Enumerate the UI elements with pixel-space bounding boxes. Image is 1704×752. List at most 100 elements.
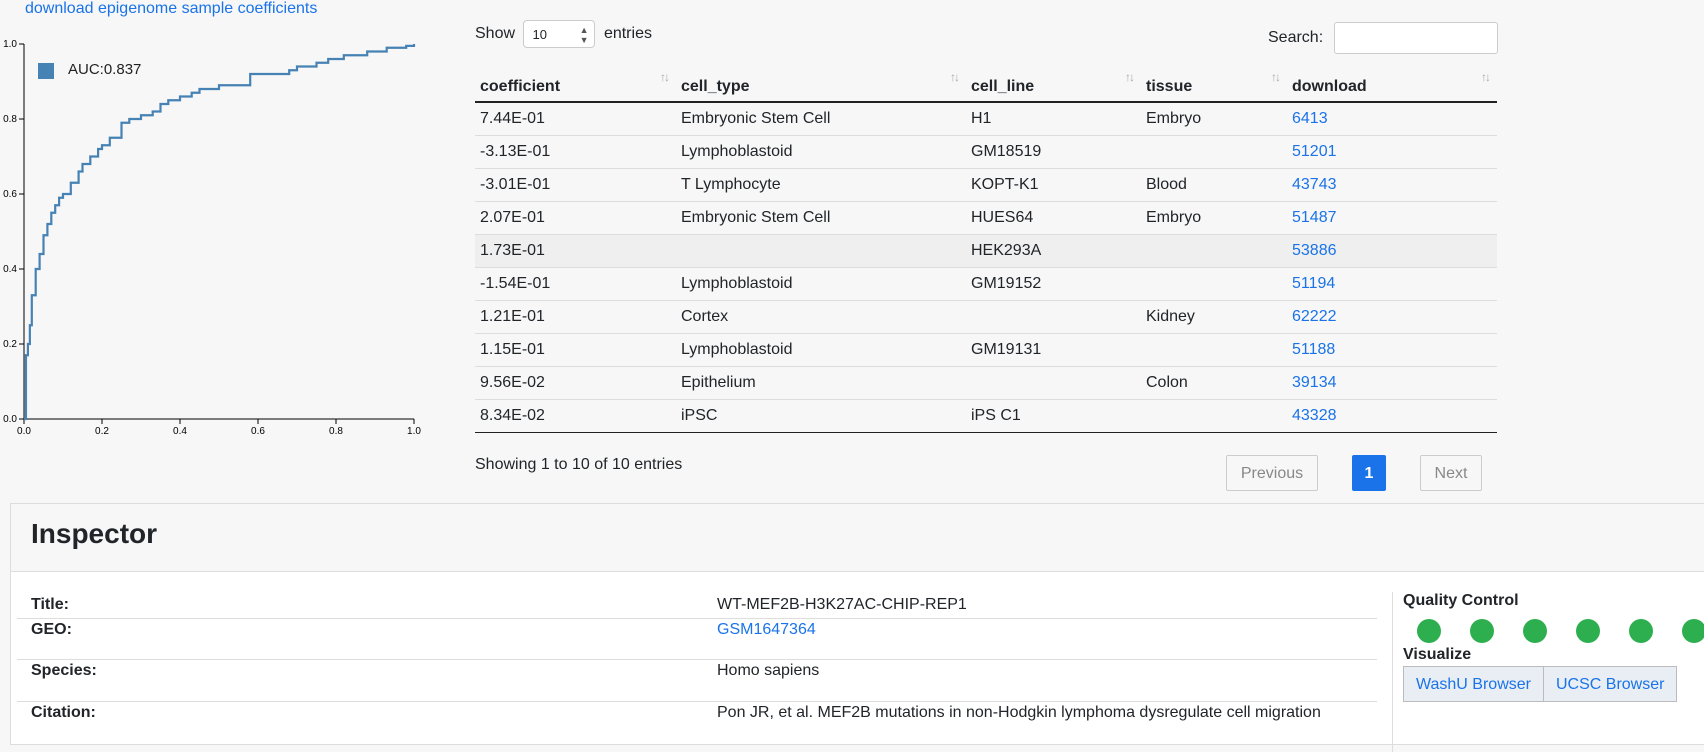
table-row[interactable]: 7.44E-01 Embryonic Stem Cell H1 Embryo 6413	[475, 102, 1497, 136]
cell-cell-type: Lymphoblastoid	[676, 267, 966, 301]
download-link[interactable]: 51201	[1292, 143, 1337, 160]
col-coefficient[interactable]: coefficient ↑↓	[475, 68, 676, 103]
next-button[interactable]: Next	[1420, 455, 1482, 491]
col-download[interactable]: download ↑↓	[1287, 68, 1497, 103]
table-row[interactable]: -1.54E-01 Lymphoblastoid GM19152 51194	[475, 267, 1497, 301]
table-row[interactable]: 1.73E-01 HEK293A 53886	[475, 234, 1497, 268]
page-1-button[interactable]: 1	[1352, 455, 1386, 491]
qc-pass-icon[interactable]	[1629, 619, 1653, 643]
download-link[interactable]: 39134	[1292, 374, 1337, 391]
previous-button[interactable]: Previous	[1226, 455, 1318, 491]
qc-pass-icon[interactable]	[1682, 619, 1704, 643]
download-link[interactable]: 51188	[1292, 341, 1335, 358]
table-header-row: coefficient ↑↓ cell_type ↑↓ cell_line ↑↓ ti…	[475, 68, 1497, 103]
cell-cell-type: iPSC	[676, 399, 966, 433]
cell-coefficient: 2.07E-01	[475, 201, 676, 235]
cell-tissue	[1141, 333, 1287, 367]
cell-cell-line: iPS C1	[966, 399, 1141, 433]
entries-select[interactable]: 10 ▲ ▼	[523, 20, 596, 48]
show-label: Show	[475, 25, 516, 43]
table-info: Showing 1 to 10 of 10 entries	[475, 456, 683, 473]
cell-cell-line: KOPT-K1	[966, 168, 1141, 202]
download-coefficients-link[interactable]: download epigenome sample coefficients	[25, 0, 317, 18]
metadata-label: GEO:	[31, 621, 72, 638]
table-row[interactable]: -3.13E-01 Lymphoblastoid GM18519 51201	[475, 135, 1497, 169]
legend-label: AUC:0.837	[68, 61, 141, 78]
visualize-label: Visualize	[1403, 646, 1472, 663]
inspector-header: Inspector	[11, 504, 1704, 572]
qc-pass-icon[interactable]	[1417, 619, 1441, 643]
coefficients-table: coefficient ↑↓ cell_type ↑↓ cell_line ↑↓ ti…	[475, 68, 1497, 433]
download-link[interactable]: 51487	[1292, 209, 1337, 226]
metadata-label: Title:	[31, 596, 69, 613]
cell-cell-type: Cortex	[676, 300, 966, 334]
download-link[interactable]: 62222	[1292, 308, 1337, 325]
x-tick-label: 0.8	[329, 426, 343, 437]
cell-tissue: Embryo	[1141, 201, 1287, 235]
cell-cell-line	[966, 366, 1141, 400]
y-tick-label: 0.0	[3, 414, 17, 425]
roc-curve-line	[24, 44, 416, 421]
metadata-value: WT-MEF2B-H3K27AC-CHIP-REP1	[717, 596, 967, 613]
sort-icon: ↑↓	[950, 70, 960, 84]
length-control: Show 10 ▲ ▼ entries	[475, 20, 652, 48]
cell-coefficient: -3.01E-01	[475, 168, 676, 202]
search-input[interactable]	[1333, 22, 1498, 54]
metadata-row-species: Species: Homo sapiens	[17, 660, 1377, 702]
col-cell-line[interactable]: cell_line ↑↓	[966, 68, 1141, 103]
download-link[interactable]: 51194	[1292, 275, 1335, 292]
x-tick-label: 0.4	[173, 426, 187, 437]
search-label: Search:	[1268, 29, 1324, 47]
metadata-list: Title: WT-MEF2B-H3K27AC-CHIP-REP1 GEO: G…	[17, 592, 1377, 742]
sort-icon: ↑↓	[1481, 70, 1491, 84]
cell-tissue	[1141, 399, 1287, 433]
metadata-label: Species:	[31, 662, 97, 679]
cell-tissue	[1141, 135, 1287, 169]
geo-link[interactable]: GSM1647364	[717, 621, 816, 639]
cell-cell-type: Embryonic Stem Cell	[676, 102, 966, 136]
legend-swatch	[38, 63, 54, 79]
metadata-row-citation: Citation: Pon JR, et al. MEF2B mutations…	[17, 702, 1377, 742]
cell-cell-type: Embryonic Stem Cell	[676, 201, 966, 235]
cell-coefficient: 1.15E-01	[475, 333, 676, 367]
table-row[interactable]: -3.01E-01 T Lymphocyte KOPT-K1 Blood 43743	[475, 168, 1497, 202]
download-link[interactable]: 6413	[1292, 110, 1328, 127]
cell-coefficient: -3.13E-01	[475, 135, 676, 169]
col-tissue[interactable]: tissue ↑↓	[1141, 68, 1287, 103]
cell-coefficient: -1.54E-01	[475, 267, 676, 301]
table-row[interactable]: 8.34E-02 iPSC iPS C1 43328	[475, 399, 1497, 433]
qc-pass-icon[interactable]	[1470, 619, 1494, 643]
cell-coefficient: 1.21E-01	[475, 300, 676, 334]
ucsc-browser-button[interactable]: UCSC Browser	[1543, 666, 1678, 702]
cell-cell-type: T Lymphocyte	[676, 168, 966, 202]
cell-cell-line: HEK293A	[966, 234, 1141, 268]
sort-icon: ↑↓	[660, 70, 670, 84]
cell-tissue	[1141, 234, 1287, 268]
metadata-value: Homo sapiens	[717, 662, 820, 679]
x-tick-label: 0.2	[95, 426, 109, 437]
metadata-label: Citation:	[31, 704, 96, 721]
table-row[interactable]: 1.15E-01 Lymphoblastoid GM19131 51188	[475, 333, 1497, 367]
washu-browser-button[interactable]: WashU Browser	[1403, 666, 1544, 702]
cell-cell-line: GM18519	[966, 135, 1141, 169]
download-link[interactable]: 43328	[1292, 407, 1337, 424]
cell-tissue	[1141, 267, 1287, 301]
entries-label: entries	[603, 25, 652, 43]
qc-pass-icon[interactable]	[1576, 619, 1600, 643]
cell-cell-line: GM19131	[966, 333, 1141, 367]
cell-cell-line: GM19152	[966, 267, 1141, 301]
entries-select-value: 10	[532, 27, 547, 42]
download-link[interactable]: 43743	[1292, 176, 1337, 193]
cell-tissue: Kidney	[1141, 300, 1287, 334]
col-cell-type[interactable]: cell_type ↑↓	[676, 68, 966, 103]
table-row[interactable]: 9.56E-02 Epithelium Colon 39134	[475, 366, 1497, 400]
y-tick-label: 0.8	[3, 114, 17, 125]
download-link[interactable]: 53886	[1292, 242, 1337, 259]
table-row[interactable]: 1.21E-01 Cortex Kidney 62222	[475, 300, 1497, 334]
qc-indicators	[1417, 619, 1704, 643]
table-row[interactable]: 2.07E-01 Embryonic Stem Cell HUES64 Embryo 5…	[475, 201, 1497, 235]
cell-coefficient: 9.56E-02	[475, 366, 676, 400]
cell-coefficient: 7.44E-01	[475, 102, 676, 136]
roc-chart: 0.0 0.2 0.4 0.6 0.8 1.0 0.0 0.2 0.4 0.6 0.8 1.0 AUC…	[3, 39, 421, 437]
qc-pass-icon[interactable]	[1523, 619, 1547, 643]
